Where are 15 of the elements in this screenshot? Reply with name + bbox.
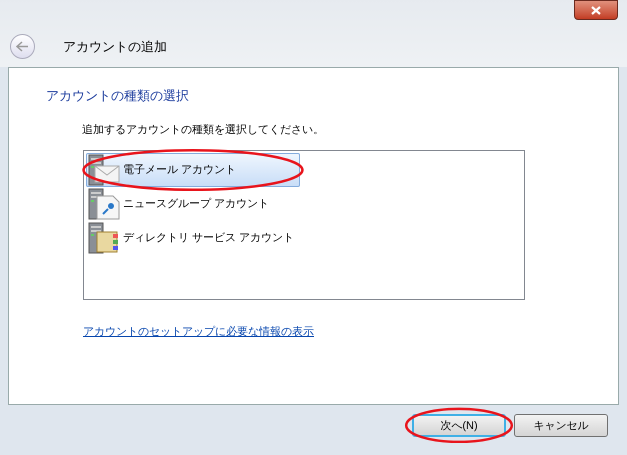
section-heading: アカウントの種類の選択 xyxy=(46,87,190,105)
info-link[interactable]: アカウントのセットアップに必要な情報の表示 xyxy=(83,324,314,340)
back-arrow-icon xyxy=(16,41,29,52)
server-document-icon xyxy=(87,188,121,220)
server-envelope-icon xyxy=(87,154,121,186)
account-type-item[interactable]: ディレクトリ サービス アカウント xyxy=(86,221,300,255)
server-folder-icon xyxy=(87,222,121,254)
account-type-item[interactable]: ニュースグループ アカウント xyxy=(86,187,300,221)
window-title: アカウントの追加 xyxy=(63,38,167,56)
close-icon xyxy=(591,6,601,14)
close-button[interactable] xyxy=(574,0,618,20)
back-button[interactable] xyxy=(10,34,35,59)
dialog-button[interactable]: 次へ(N) xyxy=(412,414,506,438)
dialog-button[interactable]: キャンセル xyxy=(514,414,608,438)
instruction-text: 追加するアカウントの種類を選択してください。 xyxy=(82,122,325,138)
